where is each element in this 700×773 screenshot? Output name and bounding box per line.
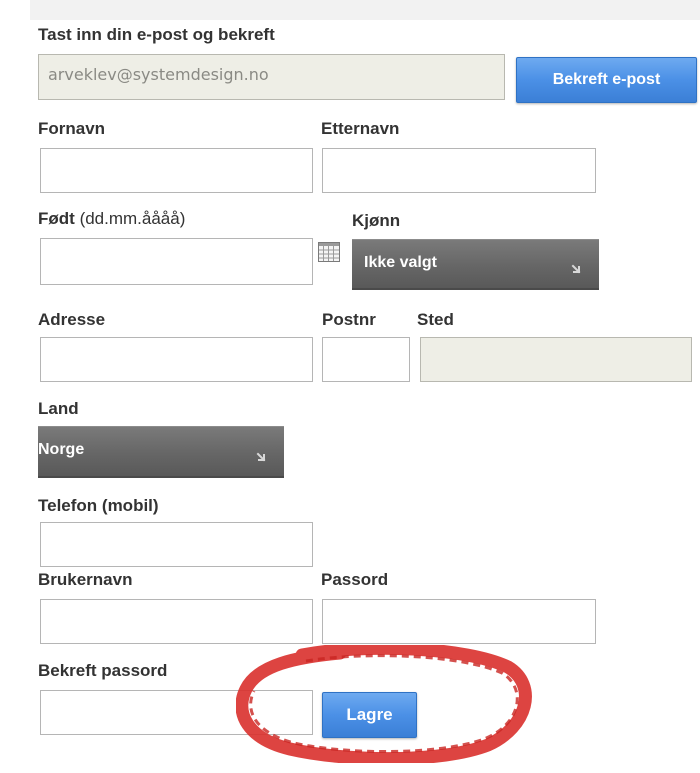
save-button[interactable]: Lagre [322, 692, 417, 738]
country-label: Land [38, 399, 79, 418]
birth-format-hint: (dd.mm.åååå) [79, 209, 186, 228]
birth-label-text: Født [38, 209, 75, 228]
email-label: Tast inn din e-post og bekreft [38, 25, 275, 44]
birth-label: Født (dd.mm.åååå) [38, 209, 185, 229]
place-label: Sted [417, 310, 454, 329]
address-field[interactable] [40, 337, 313, 382]
chevron-down-icon [571, 264, 581, 274]
postnr-label: Postnr [322, 310, 376, 329]
postnr-field[interactable] [322, 337, 410, 382]
phone-field[interactable] [40, 522, 313, 567]
place-field [420, 337, 692, 382]
gender-label: Kjønn [352, 211, 401, 230]
birth-date-field[interactable] [40, 238, 313, 285]
password-label: Passord [321, 570, 389, 589]
gender-select-value: Ikke valgt [364, 254, 437, 271]
registration-form: Tast inn din e-post og bekreft arveklev@… [0, 0, 700, 773]
username-label: Brukernavn [38, 570, 133, 589]
email-field[interactable]: arveklev@systemdesign.no [38, 54, 505, 100]
confirm-password-label: Bekreft passord [38, 661, 168, 680]
first-name-label: Fornavn [38, 119, 106, 138]
username-field[interactable] [40, 599, 313, 644]
chevron-down-icon [256, 452, 266, 462]
email-value: arveklev@systemdesign.no [48, 65, 269, 84]
confirm-password-field[interactable] [40, 690, 313, 735]
last-name-field[interactable] [322, 148, 596, 193]
gender-select[interactable]: Ikke valgt [352, 239, 599, 290]
country-select-value: Norge [38, 441, 85, 458]
country-select[interactable]: Norge [38, 426, 284, 478]
confirm-email-button[interactable]: Bekreft e-post [516, 57, 697, 103]
calendar-icon[interactable] [318, 242, 340, 262]
top-strip [30, 0, 700, 20]
address-label: Adresse [38, 310, 106, 329]
password-field[interactable] [322, 599, 596, 644]
first-name-field[interactable] [40, 148, 313, 193]
phone-label: Telefon (mobil) [38, 496, 159, 515]
last-name-label: Etternavn [321, 119, 400, 138]
